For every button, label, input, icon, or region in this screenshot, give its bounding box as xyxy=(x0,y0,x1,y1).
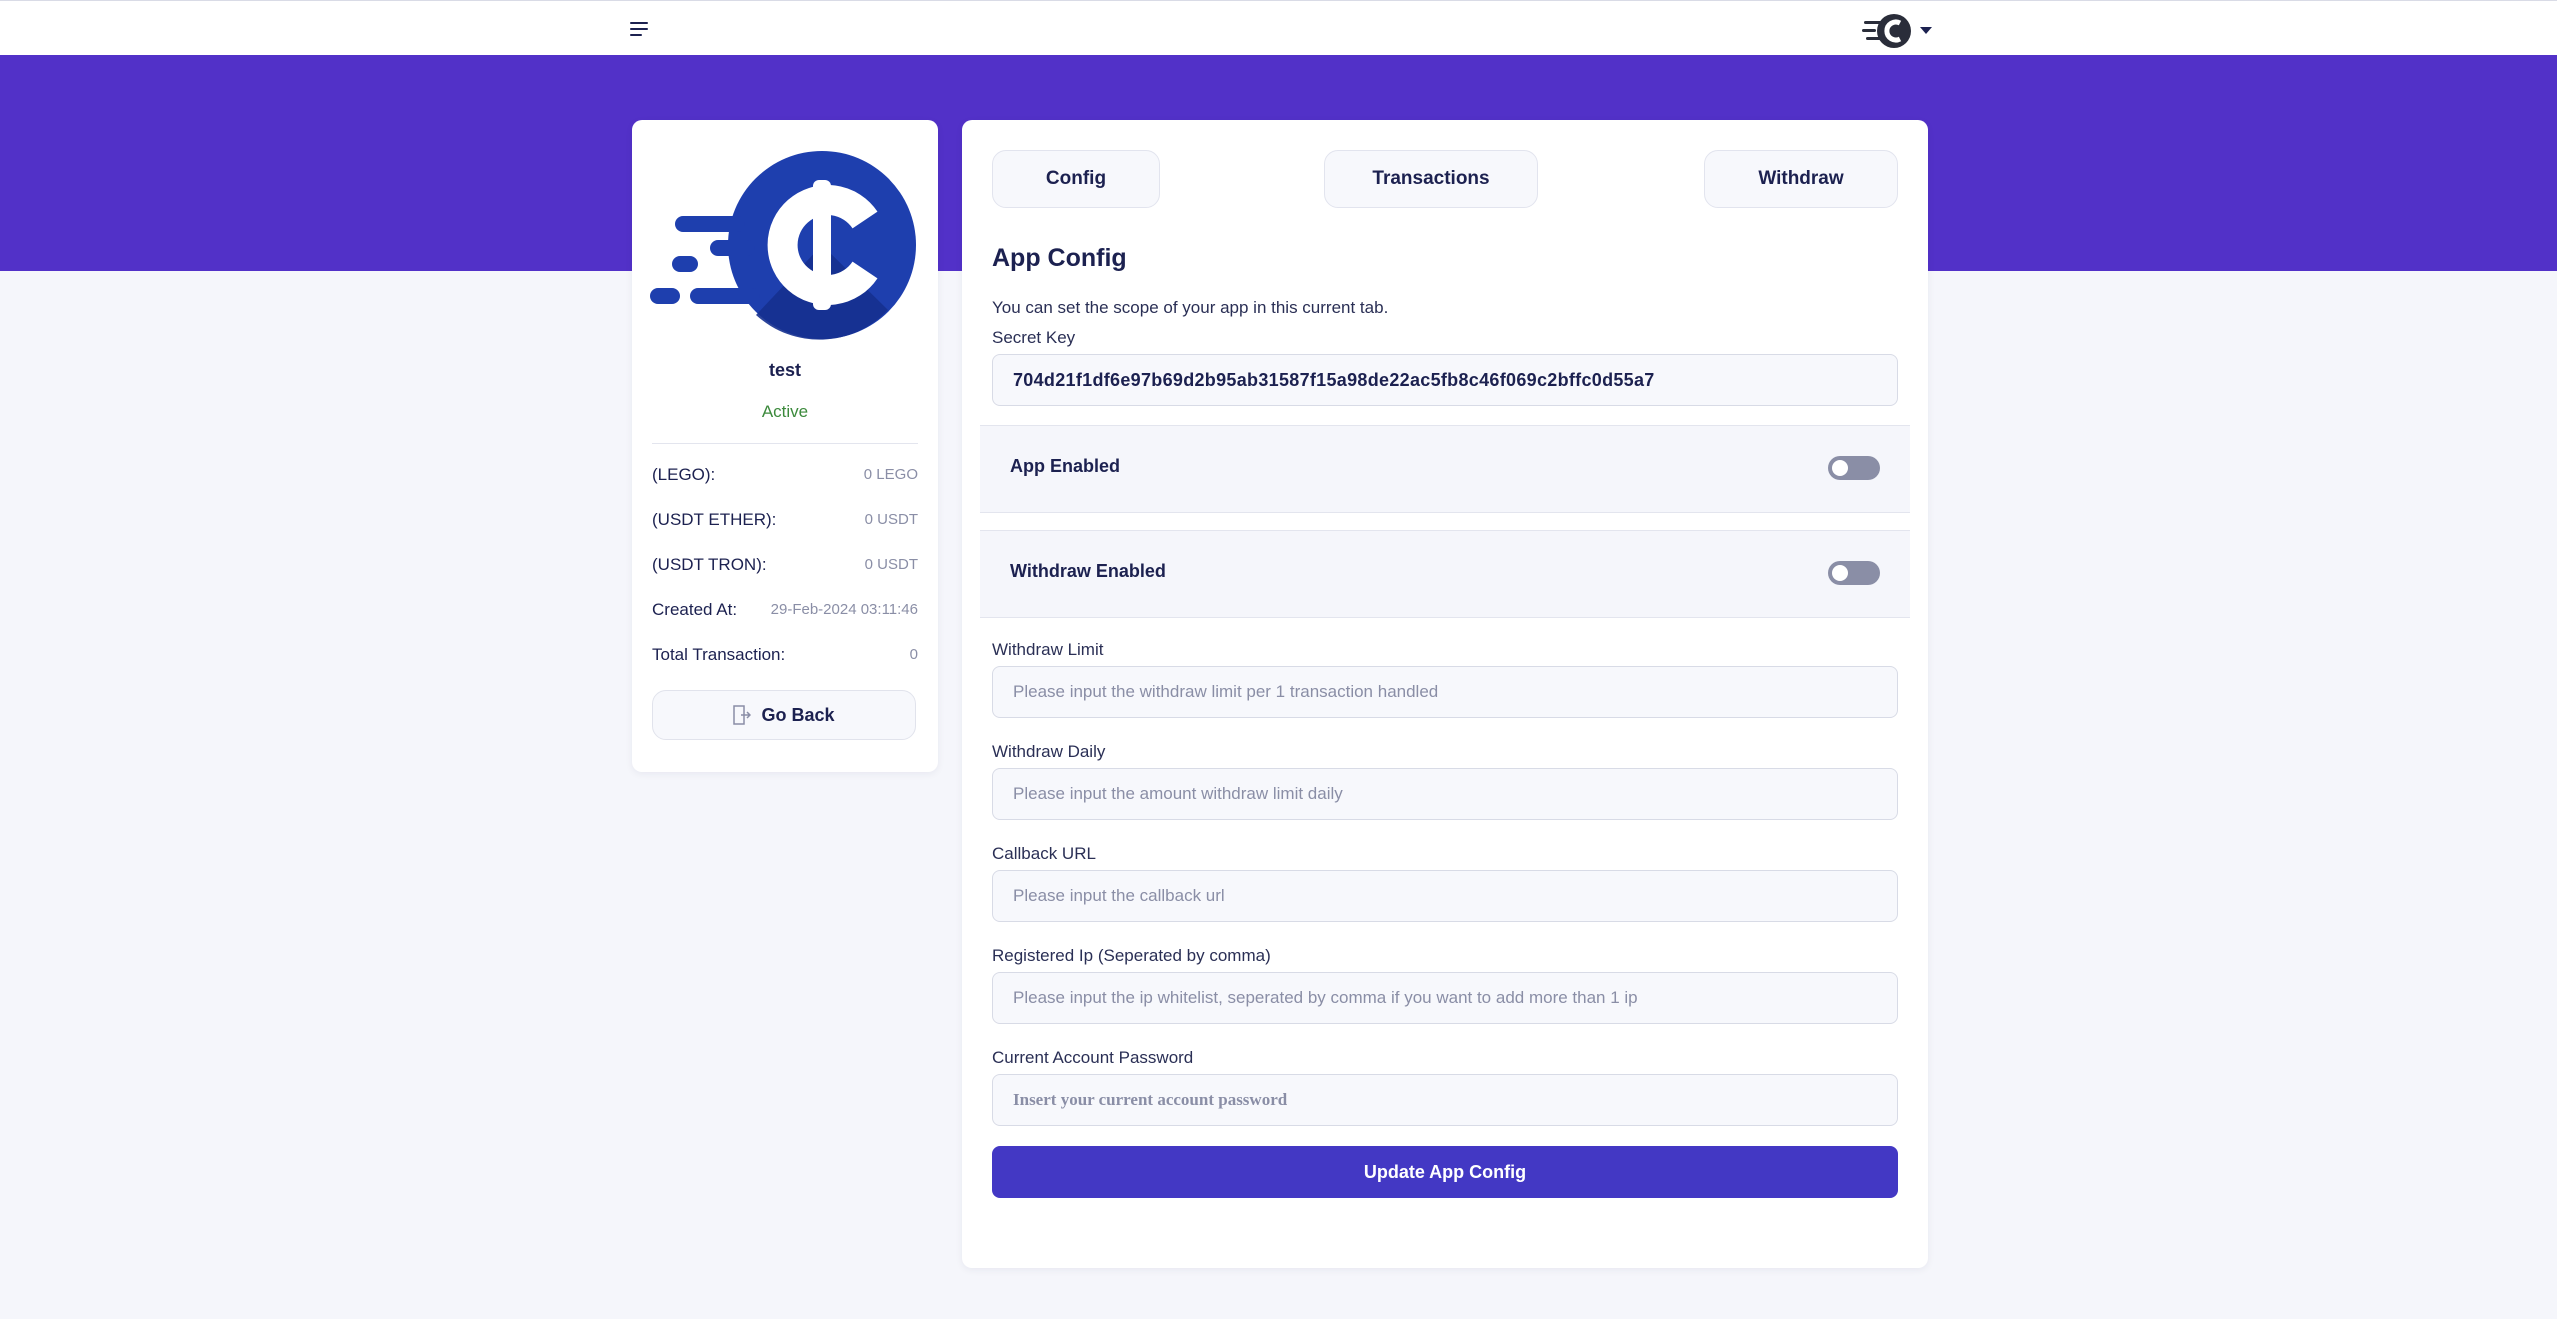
tab-transactions[interactable]: Transactions xyxy=(1324,150,1538,208)
withdraw-enabled-toggle[interactable] xyxy=(1828,561,1880,585)
info-value: 0 LEGO xyxy=(863,466,918,483)
app-logo-icon xyxy=(650,151,916,340)
registered-ip-label: Registered Ip (Seperated by comma) xyxy=(992,946,1271,965)
withdraw-daily-input[interactable] xyxy=(992,768,1898,820)
callback-url-label: Callback URL xyxy=(992,844,1096,863)
update-app-config-button[interactable]: Update App Config xyxy=(992,1146,1898,1198)
info-value: 0 xyxy=(909,646,918,663)
app-enabled-label: App Enabled xyxy=(1010,456,1121,476)
info-value: 29-Feb-2024 03:11:46 xyxy=(770,601,918,618)
status-badge: Active xyxy=(761,402,809,421)
balance-row-lego: (LEGO): 0 LEGO xyxy=(652,465,918,489)
password-input[interactable] xyxy=(992,1074,1898,1126)
section-description: You can set the scope of your app in thi… xyxy=(992,298,1389,317)
withdraw-enabled-label: Withdraw Enabled xyxy=(1010,561,1166,581)
created-at-row: Created At: 29-Feb-2024 03:11:46 xyxy=(652,600,918,624)
secret-key-label: Secret Key xyxy=(992,328,1076,347)
info-label: Created At: xyxy=(652,600,738,619)
section-title: App Config xyxy=(992,244,1127,272)
info-label: (USDT TRON): xyxy=(652,555,767,574)
balance-row-usdt-ether: (USDT ETHER): 0 USDT xyxy=(652,510,918,534)
hamburger-menu-icon[interactable] xyxy=(630,22,650,36)
app-name: test xyxy=(768,360,801,380)
info-label: (LEGO): xyxy=(652,465,716,484)
info-label: Total Transaction: xyxy=(652,645,786,664)
secret-key-field[interactable]: 704d21f1df6e97b69d2b95ab31587f15a98de22a… xyxy=(992,354,1898,406)
toggle-knob xyxy=(1832,565,1848,581)
app-enabled-toggle[interactable] xyxy=(1828,456,1880,480)
info-label: (USDT ETHER): xyxy=(652,510,777,529)
toggle-knob xyxy=(1832,460,1848,476)
app-enabled-row: App Enabled xyxy=(980,425,1910,513)
tab-withdraw[interactable]: Withdraw xyxy=(1704,150,1898,208)
caret-down-icon[interactable] xyxy=(1920,27,1932,34)
callback-url-input[interactable] xyxy=(992,870,1898,922)
app-config-card: Config Transactions Withdraw App Config … xyxy=(962,120,1928,1268)
tab-config[interactable]: Config xyxy=(992,150,1160,208)
withdraw-limit-input[interactable] xyxy=(992,666,1898,718)
info-value: 0 USDT xyxy=(864,511,918,528)
go-back-label: Go Back xyxy=(761,704,835,725)
password-label: Current Account Password xyxy=(992,1048,1194,1067)
total-transaction-row: Total Transaction: 0 xyxy=(652,645,918,669)
app-summary-card: test Active (LEGO): 0 LEGO (USDT ETHER):… xyxy=(632,120,938,772)
divider xyxy=(652,443,918,444)
balance-row-usdt-tron: (USDT TRON): 0 USDT xyxy=(652,555,918,579)
exit-door-icon xyxy=(733,705,752,725)
go-back-button[interactable]: Go Back xyxy=(652,690,916,740)
withdraw-limit-label: Withdraw Limit xyxy=(992,640,1104,659)
top-navbar xyxy=(0,0,2557,55)
info-value: 0 USDT xyxy=(864,556,918,573)
registered-ip-input[interactable] xyxy=(992,972,1898,1024)
withdraw-enabled-row: Withdraw Enabled xyxy=(980,530,1910,618)
withdraw-daily-label: Withdraw Daily xyxy=(992,742,1106,761)
